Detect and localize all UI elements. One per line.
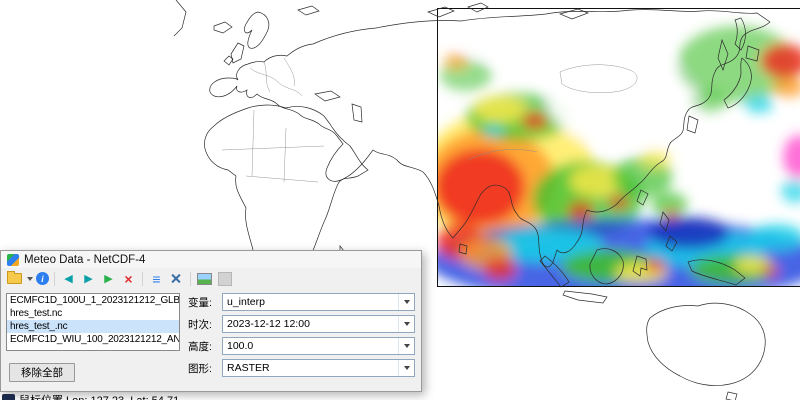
- toolbar-separator: [54, 272, 55, 286]
- time-select[interactable]: 2023-12-12 12:00: [222, 315, 415, 333]
- meteo-data-dialog: Meteo Data - NetCDF-4 i ◀ ▶ ▶ × ≡ ECMFC1…: [0, 250, 422, 392]
- wind-raster-image: [438, 9, 800, 286]
- dropdown-arrow-icon[interactable]: [398, 316, 414, 332]
- toolbar-separator: [142, 272, 143, 286]
- remove-all-button[interactable]: 移除全部: [9, 363, 75, 382]
- graphic-label: 图形:: [188, 361, 218, 376]
- app-window: Meteo Data - NetCDF-4 i ◀ ▶ ▶ × ≡ ECMFC1…: [0, 0, 800, 400]
- file-list[interactable]: ECMFC1D_100U_1_2023121212_GLB_1.grib1 hr…: [6, 293, 180, 351]
- variable-select[interactable]: u_interp: [222, 293, 415, 311]
- folder-dropdown-caret-icon[interactable]: [27, 277, 33, 281]
- forward-arrow-icon[interactable]: ▶: [80, 270, 97, 287]
- file-list-item-selected[interactable]: hres_test_.nc: [7, 320, 179, 333]
- variable-label: 变量:: [188, 295, 218, 310]
- level-label: 高度:: [188, 339, 218, 354]
- back-arrow-icon[interactable]: ◀: [60, 270, 77, 287]
- open-folder-icon[interactable]: [6, 270, 23, 287]
- dialog-title: Meteo Data - NetCDF-4: [24, 254, 145, 266]
- dialog-toolbar: i ◀ ▶ ▶ × ≡: [1, 268, 421, 289]
- tools-icon[interactable]: [168, 270, 185, 287]
- dropdown-arrow-icon[interactable]: [398, 338, 414, 354]
- file-list-item[interactable]: ECMFC1D_WIU_100_2023121212_ANEA_1.grib1: [7, 333, 179, 346]
- info-icon[interactable]: i: [36, 272, 49, 285]
- save-icon[interactable]: [216, 270, 233, 287]
- dropdown-arrow-icon[interactable]: [398, 360, 414, 376]
- cursor-coordinates-text: 鼠标位置 Lon: 127.23, Lat: 54.71: [19, 392, 179, 400]
- run-icon[interactable]: ▶: [100, 270, 117, 287]
- level-select[interactable]: 100.0: [222, 337, 415, 355]
- image-icon[interactable]: [196, 270, 213, 287]
- dropdown-arrow-icon[interactable]: [398, 294, 414, 310]
- parameter-form: 变量: u_interp 时次: 2023-12-12 12:00 高度:: [188, 293, 415, 377]
- graphic-select[interactable]: RASTER: [222, 359, 415, 377]
- file-list-item[interactable]: hres_test.nc: [7, 307, 179, 320]
- wind-raster-overlay: [437, 8, 800, 287]
- time-label: 时次:: [188, 317, 218, 332]
- status-icon: [2, 394, 15, 400]
- time-value: 2023-12-12 12:00: [223, 318, 398, 330]
- status-bar: 鼠标位置 Lon: 127.23, Lat: 54.71: [2, 392, 179, 400]
- toolbar-separator: [190, 272, 191, 286]
- variable-value: u_interp: [223, 296, 398, 308]
- level-value: 100.0: [223, 340, 398, 352]
- file-list-item[interactable]: ECMFC1D_100U_1_2023121212_GLB_1.grib1: [7, 294, 179, 307]
- dialog-titlebar[interactable]: Meteo Data - NetCDF-4: [1, 251, 421, 268]
- app-icon: [7, 254, 19, 266]
- delete-icon[interactable]: ×: [120, 270, 137, 287]
- graphic-value: RASTER: [223, 362, 398, 374]
- list-icon[interactable]: ≡: [148, 270, 165, 287]
